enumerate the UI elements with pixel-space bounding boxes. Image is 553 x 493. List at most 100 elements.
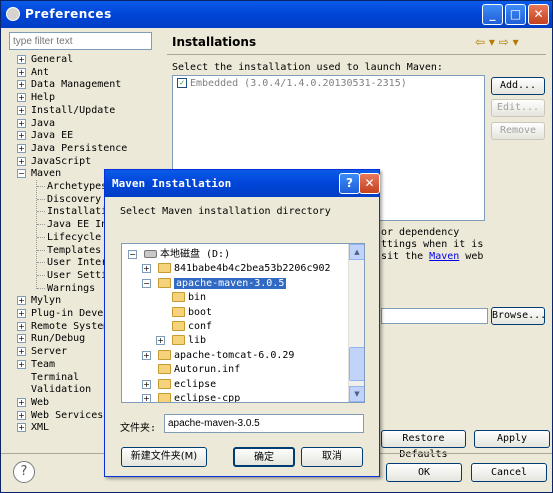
tree-item-label: Web Services: [31, 409, 104, 421]
expand-icon[interactable]: +: [17, 321, 26, 331]
new-folder-button[interactable]: 新建文件夹(M): [121, 447, 207, 467]
description-line-3: sit the Maven web: [381, 251, 484, 262]
directory-item-label: apache-maven-3.0.5: [174, 277, 287, 289]
expand-icon[interactable]: +: [17, 80, 26, 90]
directory-item[interactable]: + apache-tomcat-6.0.29: [142, 349, 295, 362]
folder-icon: [158, 349, 171, 360]
scroll-down-icon[interactable]: ▼: [349, 386, 364, 402]
directory-item[interactable]: boot: [172, 306, 212, 319]
directory-item-label: 841babe4b4c2bea53b2206c902: [174, 263, 331, 275]
dialog-cancel-button[interactable]: 取消: [301, 447, 363, 467]
folder-input[interactable]: [164, 414, 364, 433]
description-line-2: ttings when it is: [381, 239, 484, 250]
tree-item-label: Archetypes: [47, 181, 108, 192]
directory-item[interactable]: + eclipse: [142, 378, 216, 391]
directory-item-label: eclipse-cpp: [174, 393, 241, 403]
help-icon[interactable]: ?: [13, 461, 35, 483]
expand-icon[interactable]: +: [17, 156, 26, 166]
folder-label: 文件夹:: [120, 423, 157, 434]
expand-icon[interactable]: +: [17, 334, 26, 344]
filter-input[interactable]: [9, 32, 152, 50]
tree-scrollbar[interactable]: ▲ ▼: [348, 244, 364, 402]
expand-icon[interactable]: +: [142, 350, 151, 360]
tree-item-label: Data Management: [31, 79, 122, 91]
cancel-button[interactable]: Cancel: [471, 463, 547, 482]
tree-item-label: Ant: [31, 66, 50, 78]
folder-icon: [172, 292, 185, 303]
minimize-button[interactable]: _: [482, 4, 503, 25]
expand-icon[interactable]: +: [17, 309, 26, 318]
tree-item-label: Validation: [31, 384, 92, 396]
close-button[interactable]: ✕: [528, 4, 549, 25]
directory-item[interactable]: conf: [172, 320, 212, 333]
edit-button[interactable]: Edit...: [491, 99, 545, 117]
directory-item[interactable]: Autorun.inf: [158, 363, 240, 376]
directory-item[interactable]: +841babe4b4c2bea53b2206c902: [142, 262, 331, 275]
title-bar[interactable]: Preferences _ □ ✕: [1, 1, 552, 28]
collapse-icon[interactable]: −: [128, 250, 137, 259]
dialog-close-button[interactable]: ✕: [359, 173, 380, 194]
folder-icon: [172, 321, 185, 331]
tree-item-label: General: [31, 54, 74, 65]
expand-icon[interactable]: +: [17, 397, 26, 407]
tree-item-label: Web: [31, 396, 50, 408]
expand-icon[interactable]: +: [17, 67, 26, 77]
page-title: Installations: [172, 35, 257, 49]
file-icon: [158, 364, 171, 375]
dialog-help-button[interactable]: ?: [339, 173, 360, 194]
directory-item[interactable]: − apache-maven-3.0.5: [142, 277, 287, 290]
scroll-up-icon[interactable]: ▲: [349, 244, 364, 260]
expand-icon[interactable]: +: [17, 423, 26, 433]
collapse-icon[interactable]: −: [142, 278, 151, 288]
maximize-button[interactable]: □: [505, 4, 526, 25]
tree-item-label: Maven: [31, 168, 62, 180]
expand-icon[interactable]: +: [17, 296, 26, 306]
apply-button[interactable]: Apply: [474, 430, 550, 448]
remove-button[interactable]: Remove: [491, 122, 545, 140]
expand-icon[interactable]: +: [17, 131, 26, 141]
checkbox-icon[interactable]: ✓: [177, 78, 187, 88]
expand-icon[interactable]: +: [142, 379, 151, 389]
directory-item-label: apache-tomcat-6.0.29: [174, 349, 295, 361]
expand-icon[interactable]: +: [17, 105, 26, 115]
expand-icon[interactable]: +: [17, 143, 26, 153]
expand-icon[interactable]: +: [17, 118, 26, 128]
settings-file-input[interactable]: [381, 308, 488, 324]
directory-item[interactable]: + eclipse-cpp: [142, 392, 241, 403]
browse-button[interactable]: Browse...: [491, 307, 546, 325]
drive-icon: [144, 250, 157, 258]
directory-item-label: boot: [188, 306, 213, 318]
directory-tree[interactable]: − 本地磁盘 (D:) +841babe4b4c2bea53b2206c902− ap…: [121, 243, 365, 403]
eclipse-icon: [6, 7, 20, 21]
maven-installation-dialog: Maven Installation ? ✕ Select Maven inst…: [104, 169, 380, 477]
restore-defaults-button[interactable]: Restore Defaults: [381, 430, 466, 460]
expand-icon[interactable]: +: [142, 264, 151, 274]
directory-item[interactable]: − 本地磁盘 (D:): [128, 248, 230, 261]
directory-item-label: lib: [188, 335, 207, 347]
expand-icon[interactable]: +: [156, 336, 165, 346]
tree-item-label: Java EE: [31, 130, 74, 142]
tree-connector: [37, 249, 45, 251]
history-nav-icons[interactable]: ⇦ ▾ ⇨ ▾: [475, 35, 519, 49]
dialog-title-bar[interactable]: Maven Installation ? ✕: [105, 170, 380, 197]
maven-link[interactable]: Maven: [429, 251, 459, 262]
expand-icon[interactable]: +: [17, 93, 26, 103]
expand-icon[interactable]: +: [17, 359, 26, 369]
add-button[interactable]: Add...: [491, 77, 545, 95]
tree-item-label: Discovery: [47, 193, 102, 205]
tree-item-label: Java Persistence: [31, 142, 128, 154]
tree-item-label: Run/Debug: [31, 333, 86, 345]
expand-icon[interactable]: +: [142, 394, 151, 402]
expand-icon[interactable]: +: [17, 55, 26, 64]
dialog-ok-button[interactable]: 确定: [233, 447, 295, 467]
installation-row[interactable]: ✓ Embedded (3.0.4/1.4.0.20130531-2315): [177, 78, 407, 89]
expand-icon[interactable]: +: [17, 410, 26, 420]
directory-item[interactable]: bin: [172, 291, 206, 304]
tree-item-label: JavaScript: [31, 155, 92, 167]
scroll-thumb[interactable]: [349, 347, 364, 381]
ok-button[interactable]: OK: [386, 463, 462, 482]
collapse-icon[interactable]: −: [17, 169, 26, 179]
tree-item-label: Java: [31, 117, 56, 129]
expand-icon[interactable]: +: [17, 347, 26, 357]
directory-item[interactable]: + lib: [156, 334, 207, 347]
